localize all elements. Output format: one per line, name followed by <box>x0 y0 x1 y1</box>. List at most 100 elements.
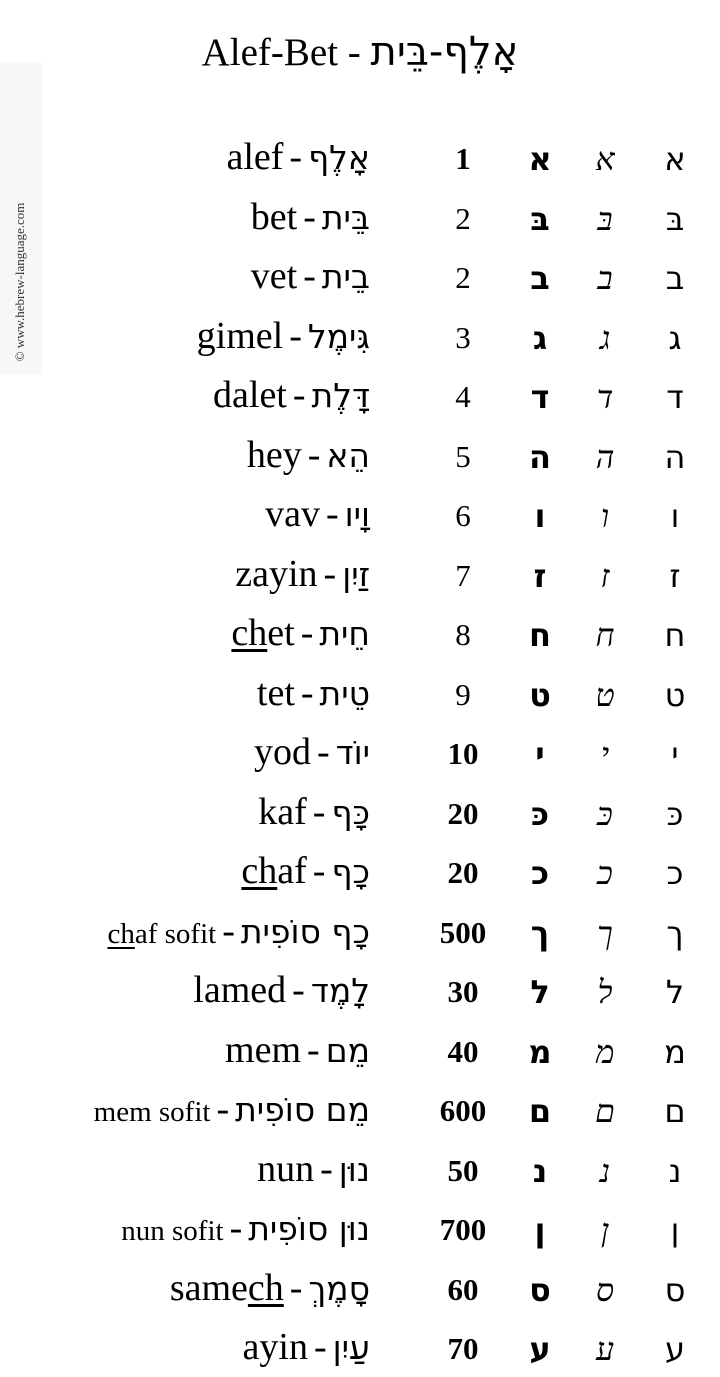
letter-row-vet: vet - בֵית 2 ב ב ב <box>0 246 720 306</box>
numeric-value: 3 <box>455 319 471 355</box>
name-separator: - <box>216 1088 230 1130</box>
letter-name-hebrew: וָיו <box>344 495 370 534</box>
letter-row-dalet: dalet - דָּלֶת 4 ד ד ד <box>0 365 720 425</box>
numeric-value: 30 <box>447 974 479 1009</box>
rashi-script-glyph: ל <box>530 973 550 1011</box>
cursive-script-glyph: ח <box>595 616 615 654</box>
letter-name-english: vet <box>251 255 297 297</box>
english-text: mem sofit <box>93 1096 211 1128</box>
english-text: hey <box>246 433 302 476</box>
letter-name: nun sofit - נוּן סוֹפִית <box>121 1204 370 1255</box>
name-separator: - <box>307 1028 320 1071</box>
rashi-script-glyph: כּ <box>530 794 550 833</box>
page-title: Alef-Bet - אָלֶף-בֵּית <box>0 28 720 77</box>
cursive-script-glyph: א <box>595 140 615 178</box>
letter-name-hebrew: חֵית <box>319 614 370 653</box>
letter-name-hebrew: דָּלֶת <box>311 376 370 415</box>
name-separator: - <box>313 1326 327 1368</box>
english-text: alef <box>226 136 284 178</box>
letter-row-ayin: ayin - עַיִן 70 ע ע ע <box>0 1317 720 1377</box>
letter-row-chaf: chaf - כָף 20 כ כ כ <box>0 841 720 901</box>
name-separator: - <box>312 790 326 833</box>
numeric-value: 20 <box>447 855 479 890</box>
letter-row-lamed: lamed - לָמֶד 30 ל ל ל <box>0 960 720 1020</box>
numeric-value: 70 <box>447 1331 479 1366</box>
numeric-value: 50 <box>447 1152 479 1188</box>
letter-name: zayin - זַיִן <box>235 550 370 599</box>
rashi-script-glyph: ח <box>529 616 551 654</box>
letter-name: samech - סָמֶךְ <box>170 1264 370 1313</box>
cursive-script-glyph: מ <box>595 1032 615 1071</box>
letter-row-mem-sofit: mem sofit - מֵם סוֹפִית 600 ם ם ם <box>0 1079 720 1139</box>
english-text: ayin <box>242 1326 308 1368</box>
rashi-script-glyph: ז <box>533 556 547 595</box>
name-separator: - <box>222 909 235 952</box>
cursive-script-glyph: י <box>600 735 610 773</box>
letter-name-hebrew: אָלֶף <box>308 138 370 177</box>
letter-name-english: zayin <box>235 553 317 595</box>
cursive-script-glyph: ו <box>600 497 610 535</box>
rashi-script-glyph: נ <box>532 1151 548 1190</box>
underlined-digraph: ch <box>241 850 278 892</box>
letter-name: vav - וָיו <box>265 490 370 539</box>
english-text: yod <box>253 731 311 773</box>
letter-name-hebrew: כָּף <box>331 792 370 832</box>
rashi-script-glyph: ך <box>530 913 550 952</box>
print-script-glyph: כּ <box>666 794 684 833</box>
numeric-value: 600 <box>439 1093 487 1128</box>
english-prefix: same <box>169 1266 248 1309</box>
letter-row-mem: mem - מֵם 40 מ מ מ <box>0 1020 720 1080</box>
numeric-value: 500 <box>439 914 487 950</box>
letter-name: gimel - גִּימֶל <box>197 312 370 361</box>
letter-name-hebrew: לָמֶד <box>310 971 370 1010</box>
name-separator: - <box>289 314 302 357</box>
letter-name-hebrew: כָף סוֹפִית <box>240 911 370 951</box>
name-separator: - <box>289 136 303 178</box>
numeric-value: 2 <box>455 200 471 236</box>
print-script-glyph: י <box>671 735 679 773</box>
name-separator: - <box>300 612 314 654</box>
letter-name-english: hey <box>247 434 302 476</box>
letter-name: hey - הֵא <box>247 431 370 480</box>
underlined-digraph: ch <box>107 917 135 950</box>
cursive-script-glyph: ל <box>597 973 613 1011</box>
name-separator: - <box>303 195 316 238</box>
letter-name-hebrew: מֵם <box>325 1030 370 1070</box>
letter-name: chet - חֵית <box>231 609 370 658</box>
letter-name-english: mem sofit <box>94 1096 211 1128</box>
name-separator: - <box>312 850 326 892</box>
letter-row-zayin: zayin - זַיִן 7 ז ז ז <box>0 544 720 604</box>
numeric-value: 6 <box>455 498 471 533</box>
english-text: mem <box>225 1028 302 1071</box>
english-text: et <box>267 612 295 654</box>
letter-name-english: nun sofit <box>121 1215 223 1247</box>
english-text: dalet <box>213 374 287 416</box>
letter-name: nun - נוּן <box>257 1145 370 1194</box>
cursive-script-glyph: כ <box>597 854 613 892</box>
letter-name-hebrew: סָמֶךְ <box>308 1268 370 1308</box>
name-separator: - <box>303 255 316 297</box>
letter-row-gimel: gimel - גִּימֶל 3 ג ג ג <box>0 306 720 366</box>
letter-name: bet - בֵּית <box>251 193 370 242</box>
alphabet-table: alef - אָלֶף 1 א א א bet - בֵּית 2 בּ בּ בּ vet - בֵית 2 ב… <box>0 127 720 1377</box>
name-separator: - <box>292 969 305 1011</box>
title-separator: - <box>338 31 371 74</box>
print-script-glyph: ב <box>665 259 685 297</box>
letter-row-tet: tet - טֵית 9 ט ט ט <box>0 663 720 723</box>
letter-name: kaf - כָּף <box>258 788 370 837</box>
letter-name-english: bet <box>251 196 297 238</box>
print-script-glyph: כ <box>666 854 684 892</box>
letter-name: tet - טֵית <box>257 669 370 718</box>
numeric-value: 20 <box>447 795 479 831</box>
letter-name-english: chet <box>231 612 294 654</box>
letter-name: alef - אָלֶף <box>226 133 370 182</box>
letter-name-english: mem <box>225 1029 301 1071</box>
english-text: zayin <box>235 552 318 595</box>
cursive-script-glyph: ג <box>599 318 611 357</box>
numeric-value: 700 <box>439 1212 487 1247</box>
cursive-script-glyph: ה <box>595 437 615 476</box>
letter-row-bet: bet - בֵּית 2 בּ בּ בּ <box>0 187 720 247</box>
letter-name-hebrew: עַיִן <box>332 1328 370 1367</box>
rashi-script-glyph: ה <box>529 437 551 476</box>
letter-name-hebrew: הֵא <box>326 435 370 475</box>
